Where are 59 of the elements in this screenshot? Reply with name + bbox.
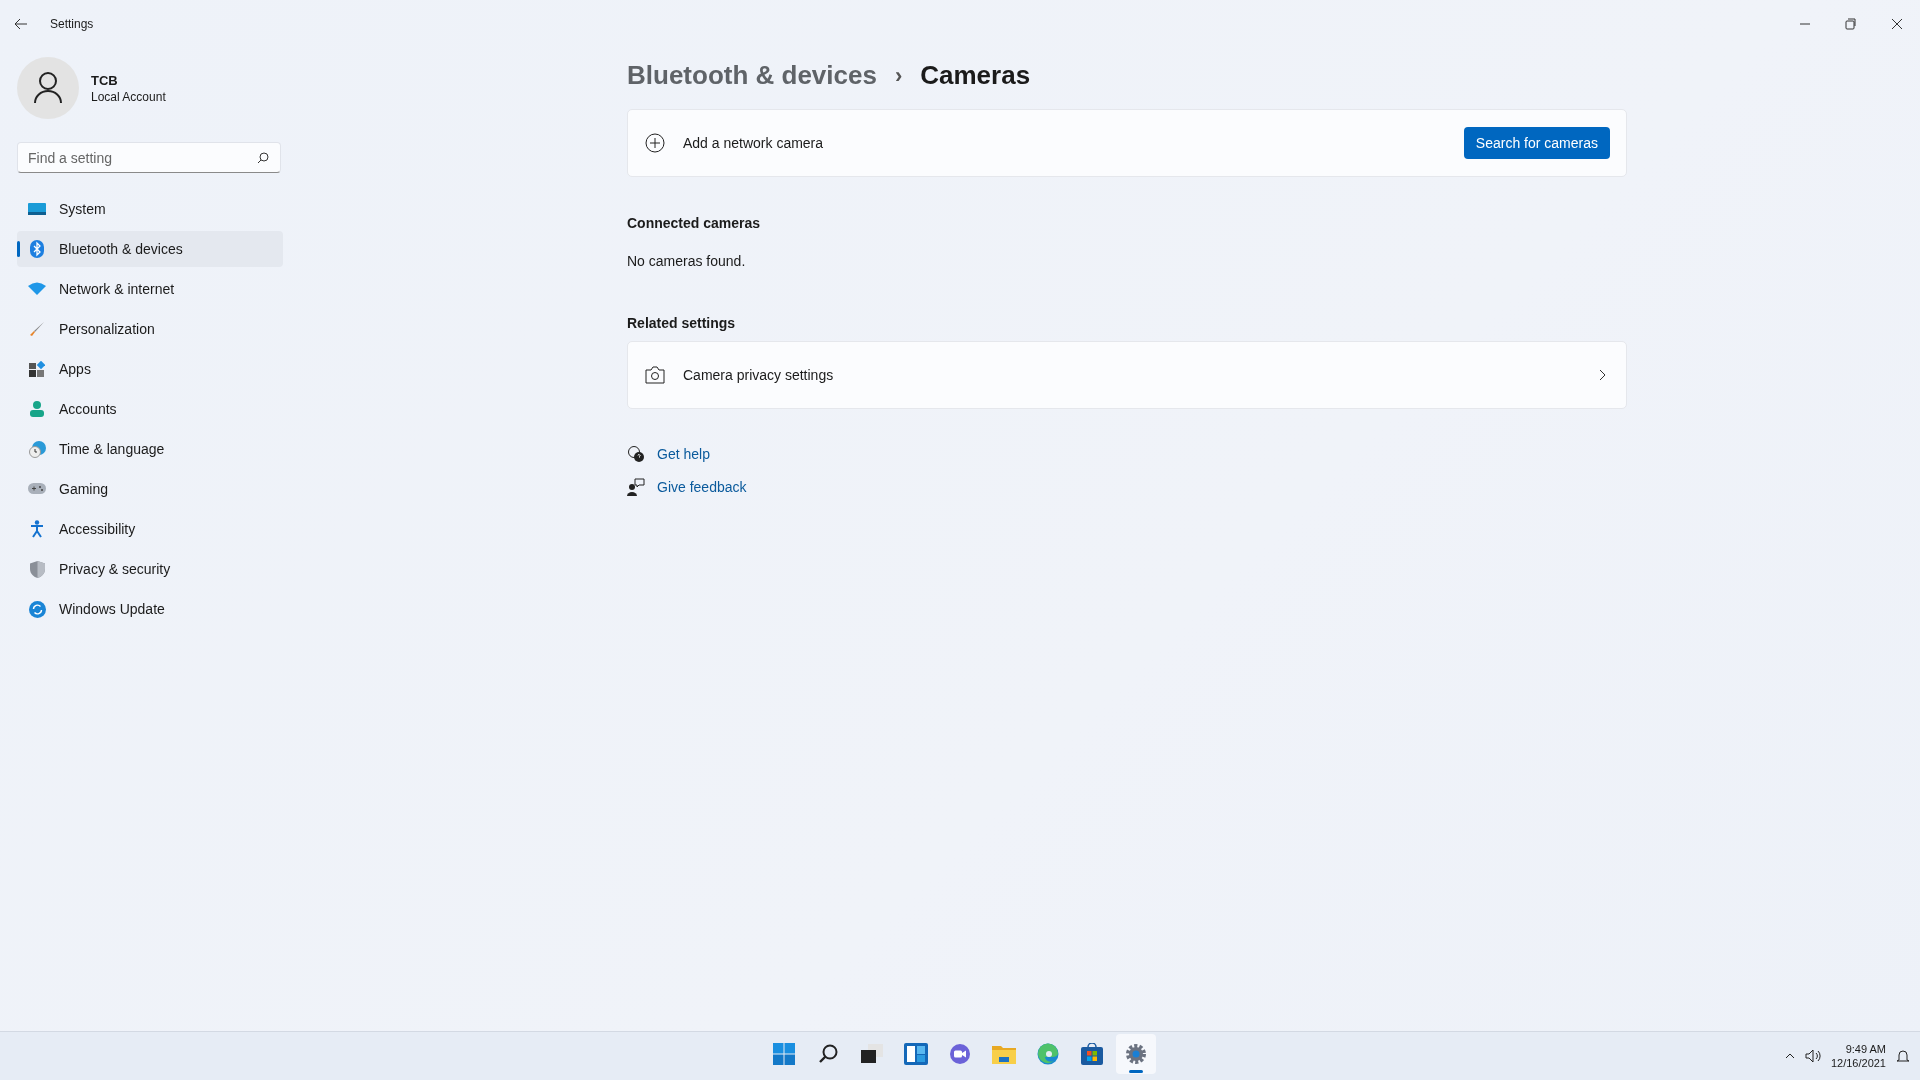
sync-icon (28, 600, 46, 618)
nav-item[interactable]: Apps (17, 351, 283, 387)
accessibility-icon (30, 520, 44, 538)
notification-icon[interactable] (1896, 1048, 1910, 1064)
widgets-icon[interactable] (904, 1043, 928, 1065)
breadcrumb-parent[interactable]: Bluetooth & devices (627, 60, 877, 91)
help-link[interactable]: Get help (657, 446, 710, 462)
feedback-icon (627, 478, 645, 496)
search-icon (257, 152, 269, 164)
nav-item[interactable]: Gaming (17, 471, 283, 507)
chevron-up-icon[interactable] (1784, 1053, 1795, 1059)
shield-icon (29, 560, 45, 578)
browser-icon[interactable] (1037, 1043, 1059, 1065)
gamepad-icon (28, 483, 46, 495)
search-field[interactable]: Find a setting (17, 142, 281, 173)
chevron-right-icon (1599, 369, 1606, 381)
nav-item[interactable]: Accessibility (17, 511, 283, 547)
breadcrumb-separator: › (894, 62, 903, 89)
empty-message: No cameras found. (627, 253, 747, 269)
nav-item[interactable]: Network & internet (17, 271, 283, 307)
clock-date[interactable]: 12/16/2021 (1830, 1056, 1886, 1070)
folder-icon[interactable] (992, 1044, 1016, 1064)
wifi-icon (28, 282, 46, 296)
monitor-icon (28, 202, 46, 216)
store-bag-icon[interactable] (1081, 1043, 1103, 1065)
apps-icon (29, 361, 45, 377)
account-name: TCB (91, 72, 119, 88)
section-heading: Connected cameras (627, 215, 762, 231)
nav-item[interactable]: Bluetooth & devices (17, 231, 283, 267)
clock-time[interactable]: 9:49 AM (1845, 1042, 1886, 1056)
nav-item[interactable]: Time & language (17, 431, 283, 467)
page-title: Cameras (920, 60, 1031, 91)
person-icon (30, 401, 44, 417)
card-label: Camera privacy settings (683, 367, 834, 383)
globe-clock-icon (28, 440, 46, 458)
brush-icon (29, 321, 45, 337)
search-cameras-button[interactable]: Search for cameras (1463, 127, 1610, 159)
nav-item[interactable]: Accounts (17, 391, 283, 427)
nav-item[interactable]: System (17, 191, 283, 227)
window-title: Settings (50, 17, 94, 31)
person-outline-icon (34, 72, 62, 104)
chat-icon[interactable] (949, 1043, 971, 1065)
camera-icon (645, 366, 665, 384)
section-heading: Related settings (627, 315, 737, 331)
add-icon (645, 133, 665, 153)
back-icon[interactable] (14, 18, 28, 30)
account-type: Local Account (91, 89, 166, 104)
bluetooth-icon (30, 240, 44, 258)
search-icon[interactable] (817, 1043, 839, 1065)
settings-link-card[interactable]: Camera privacy settings (627, 341, 1627, 409)
settings-icon[interactable] (1125, 1043, 1147, 1065)
nav-item[interactable]: Privacy & security (17, 551, 283, 587)
speaker-icon[interactable] (1804, 1049, 1821, 1063)
task-view-icon[interactable] (861, 1044, 883, 1064)
card-label: Add a network camera (683, 135, 824, 151)
nav-item[interactable]: Personalization (17, 311, 283, 347)
help-link[interactable]: Give feedback (657, 479, 747, 495)
help-icon (627, 445, 645, 463)
nav-item[interactable]: Windows Update (17, 591, 283, 627)
